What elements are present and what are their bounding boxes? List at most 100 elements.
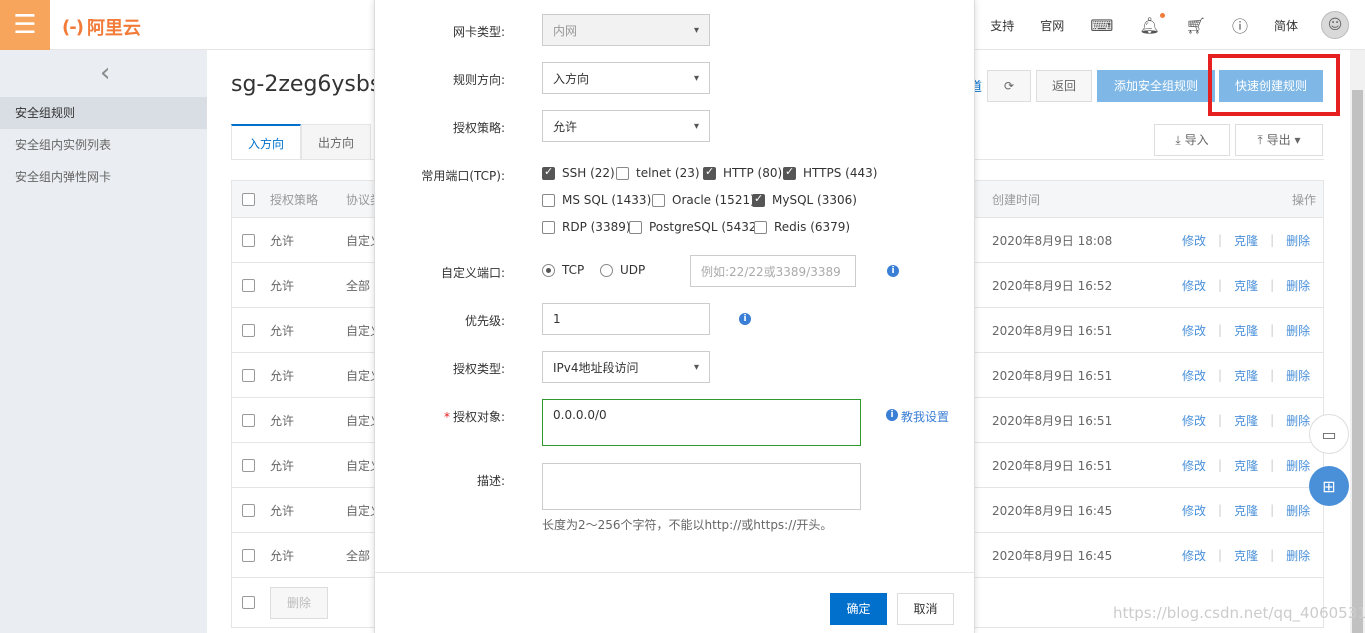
- add-rule-button[interactable]: 添加安全组规则: [1097, 70, 1215, 102]
- divider: |: [1270, 323, 1275, 337]
- edit-link[interactable]: 修改: [1182, 277, 1206, 294]
- confirm-button[interactable]: 确定: [830, 593, 887, 625]
- nav-item-support[interactable]: 支持: [990, 17, 1014, 34]
- radio-tcp[interactable]: TCP: [542, 263, 584, 277]
- auth-object-textarea[interactable]: 0.0.0.0/0: [542, 399, 861, 446]
- back-arrow-icon[interactable]: ‹: [100, 58, 110, 88]
- auth-type-select[interactable]: IPv4地址段访问 ▾: [542, 351, 710, 383]
- sidebar-item-rules[interactable]: 安全组规则: [0, 97, 207, 129]
- port-checkbox-8[interactable]: PostgreSQL (5432): [629, 220, 761, 234]
- row-checkbox-cell: [242, 308, 255, 352]
- chat-icon[interactable]: ▭: [1309, 414, 1349, 454]
- edit-link[interactable]: 修改: [1182, 547, 1206, 564]
- nic-type-value: 内网: [553, 23, 578, 38]
- edit-link[interactable]: 修改: [1182, 232, 1206, 249]
- clone-link[interactable]: 克隆: [1234, 502, 1258, 519]
- info-icon[interactable]: i: [739, 313, 751, 325]
- desc-textarea[interactable]: [542, 463, 861, 510]
- header-created: 创建时间: [992, 192, 1041, 207]
- port-checkbox-4[interactable]: MS SQL (1433): [542, 193, 651, 207]
- sidebar-item-nics[interactable]: 安全组内弹性网卡: [0, 161, 207, 193]
- required-asterisk: *: [443, 410, 450, 424]
- delete-link[interactable]: 删除: [1286, 547, 1310, 564]
- priority-input[interactable]: 1: [542, 303, 710, 335]
- row-checkbox[interactable]: [242, 233, 255, 247]
- port-checkbox-2[interactable]: HTTP (80): [703, 165, 782, 180]
- notification-dot: [1159, 12, 1165, 18]
- policy-value: 允许: [553, 119, 578, 134]
- clone-link[interactable]: 克隆: [1234, 412, 1258, 429]
- aliyun-logo[interactable]: (-) 阿里云: [62, 14, 141, 40]
- nav-item-language[interactable]: 简体: [1274, 17, 1298, 34]
- port-checkbox-7[interactable]: RDP (3389): [542, 220, 631, 234]
- row-checkbox[interactable]: [242, 278, 255, 292]
- clone-link[interactable]: 克隆: [1234, 277, 1258, 294]
- export-button[interactable]: ⤒ 导出 ▾: [1235, 124, 1323, 156]
- row-checkbox[interactable]: [242, 368, 255, 382]
- custom-port-input[interactable]: 例如:22/22或3389/3389: [690, 255, 856, 287]
- port-checkbox-3[interactable]: HTTPS (443): [783, 165, 877, 180]
- nav-item-official-site[interactable]: 官网: [1040, 17, 1064, 34]
- row-checkbox[interactable]: [242, 548, 255, 562]
- delete-link[interactable]: 删除: [1286, 457, 1310, 474]
- port-checkbox-6[interactable]: MySQL (3306): [752, 192, 857, 207]
- row-checkbox[interactable]: [242, 413, 255, 427]
- edit-link[interactable]: 修改: [1182, 412, 1206, 429]
- scrollbar-thumb[interactable]: [1352, 90, 1363, 633]
- row-checkbox[interactable]: [242, 323, 255, 337]
- edit-link[interactable]: 修改: [1182, 457, 1206, 474]
- tab-outbound[interactable]: 出方向: [301, 124, 372, 160]
- footer-checkbox[interactable]: [242, 596, 255, 609]
- chevron-down-icon: ▾: [1294, 133, 1301, 147]
- divider: |: [1218, 233, 1223, 247]
- edit-link[interactable]: 修改: [1182, 322, 1206, 339]
- clone-link[interactable]: 克隆: [1234, 232, 1258, 249]
- delete-link[interactable]: 删除: [1286, 412, 1310, 429]
- port-checkbox-5[interactable]: Oracle (1521): [652, 193, 755, 207]
- page-scrollbar[interactable]: [1350, 50, 1365, 633]
- port-checkbox-0[interactable]: SSH (22): [542, 165, 615, 180]
- edit-link[interactable]: 修改: [1182, 502, 1206, 519]
- cart-icon[interactable]: 🛒︎: [1186, 16, 1206, 35]
- direction-select[interactable]: 入方向 ▾: [542, 62, 710, 94]
- sidebar-item-instances[interactable]: 安全组内实例列表: [0, 129, 207, 161]
- return-button[interactable]: 返回: [1036, 70, 1092, 102]
- priority-label: 优先级:: [464, 314, 505, 328]
- delete-link[interactable]: 删除: [1286, 322, 1310, 339]
- delete-link[interactable]: 删除: [1286, 232, 1310, 249]
- tab-inbound[interactable]: 入方向: [231, 124, 302, 160]
- edit-link[interactable]: 修改: [1182, 367, 1206, 384]
- clone-link[interactable]: 克隆: [1234, 322, 1258, 339]
- bell-icon[interactable]: 🔔︎: [1139, 12, 1165, 35]
- port-checkbox-9[interactable]: Redis (6379): [754, 220, 850, 234]
- port-checkbox-1[interactable]: telnet (23): [616, 166, 700, 180]
- terminal-icon[interactable]: ⌨: [1090, 16, 1113, 35]
- radio-udp[interactable]: UDP: [600, 263, 645, 277]
- apps-grid-icon[interactable]: ⊞: [1309, 466, 1349, 506]
- policy-select[interactable]: 允许 ▾: [542, 110, 710, 142]
- dialog-footer-divider: [375, 572, 974, 573]
- import-button[interactable]: ⤓ 导入: [1154, 124, 1230, 156]
- header-policy: 授权策略: [270, 192, 319, 207]
- refresh-button[interactable]: ⟳: [987, 70, 1031, 102]
- delete-link[interactable]: 删除: [1286, 277, 1310, 294]
- teach-me-link[interactable]: 教我设置: [901, 408, 949, 425]
- delete-link[interactable]: 删除: [1286, 367, 1310, 384]
- row-checkbox[interactable]: [242, 458, 255, 472]
- clone-link[interactable]: 克隆: [1234, 457, 1258, 474]
- clone-link[interactable]: 克隆: [1234, 547, 1258, 564]
- select-all-checkbox[interactable]: [242, 192, 255, 206]
- row-checkbox[interactable]: [242, 503, 255, 517]
- info-icon[interactable]: i: [887, 265, 899, 277]
- delete-link[interactable]: 删除: [1286, 502, 1310, 519]
- batch-delete-button[interactable]: 删除: [270, 587, 328, 619]
- avatar[interactable]: ☺: [1321, 11, 1349, 39]
- auth-type-label: 授权类型:: [452, 362, 505, 376]
- cancel-button[interactable]: 取消: [897, 593, 954, 625]
- row-policy: 允许: [270, 458, 295, 473]
- port-label: MS SQL (1433): [562, 193, 652, 207]
- hamburger-menu-button[interactable]: ☰: [0, 0, 50, 50]
- help-icon[interactable]: ⓘ: [1232, 13, 1248, 37]
- clone-link[interactable]: 克隆: [1234, 367, 1258, 384]
- nic-type-select[interactable]: 内网 ▾: [542, 14, 710, 46]
